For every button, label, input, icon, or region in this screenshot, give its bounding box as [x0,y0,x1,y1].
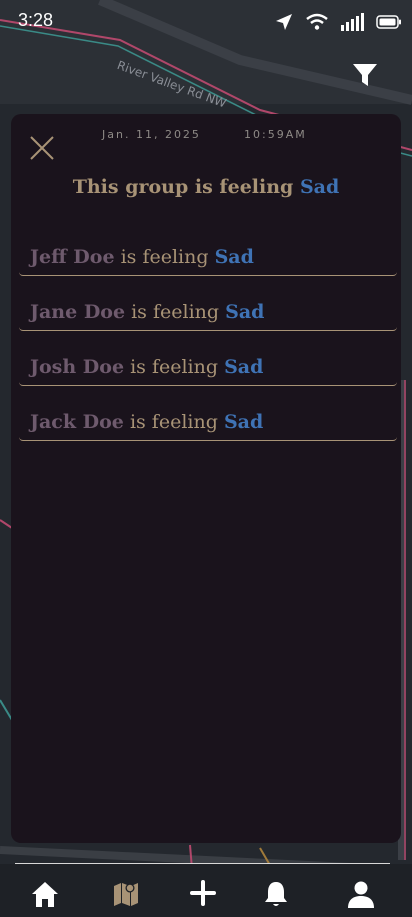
row-underline [19,327,397,331]
plus-icon [190,880,216,906]
member-feeling-text: Josh Doe is feeling Sad [30,356,263,378]
nav-profile-button[interactable] [347,880,377,910]
member-feeling: Sad [223,411,264,433]
map-icon [114,883,138,906]
row-underline [19,272,397,276]
status-bar: 3:28 [0,0,412,44]
filter-icon [353,64,377,86]
wifi-icon [306,13,328,30]
modal-title: This group is feeling Sad [11,176,401,198]
member-feeling-row[interactable]: Jack Doe is feeling Sad [19,407,397,462]
home-icon [32,882,58,907]
nav-home-button[interactable] [30,880,60,910]
nav-notifications-button[interactable] [263,880,293,910]
member-feeling-verb: is feeling [131,301,220,323]
row-underline [19,382,397,386]
member-feeling-text: Jane Doe is feeling Sad [30,301,264,323]
battery-icon [376,15,401,29]
close-icon [30,136,54,160]
member-feeling-text: Jack Doe is feeling Sad [30,411,263,433]
title-prefix: This group is feeling [72,176,294,198]
filter-button[interactable] [352,62,378,88]
member-feeling-verb: is feeling [129,411,218,433]
nav-map-button[interactable] [112,880,142,910]
member-name: Josh Doe [30,356,125,378]
profile-icon [348,881,374,908]
modal-date: Jan. 11, 2025 [102,128,201,141]
location-arrow-icon [276,14,292,30]
member-name: Jane Doe [30,301,126,323]
member-name: Jack Doe [30,411,124,433]
member-feeling-row[interactable]: Jane Doe is feeling Sad [19,297,397,352]
nav-add-button[interactable] [190,880,220,910]
member-feeling: Sad [224,356,264,378]
member-feeling: Sad [225,301,265,323]
member-feeling-row[interactable]: Jeff Doe is feeling Sad [19,242,397,297]
close-button[interactable] [28,134,56,162]
member-name: Jeff Doe [30,246,115,268]
signal-icon [341,13,364,31]
bell-icon [265,882,287,906]
member-feeling-verb: is feeling [130,356,219,378]
status-icons [274,12,402,32]
member-feeling-verb: is feeling [120,246,209,268]
member-feeling-text: Jeff Doe is feeling Sad [30,246,254,268]
modal-time: 10:59AM [244,128,307,141]
member-feeling-list: Jeff Doe is feeling Sad Jane Doe is feel… [19,242,397,462]
member-feeling-row[interactable]: Josh Doe is feeling Sad [19,352,397,407]
row-underline [19,437,397,441]
bottom-nav [0,864,412,917]
title-feeling: Sad [299,176,340,198]
status-time: 3:28 [18,10,54,30]
group-feeling-modal: Jan. 11, 2025 10:59AM This group is feel… [11,114,401,843]
member-feeling: Sad [214,246,254,268]
